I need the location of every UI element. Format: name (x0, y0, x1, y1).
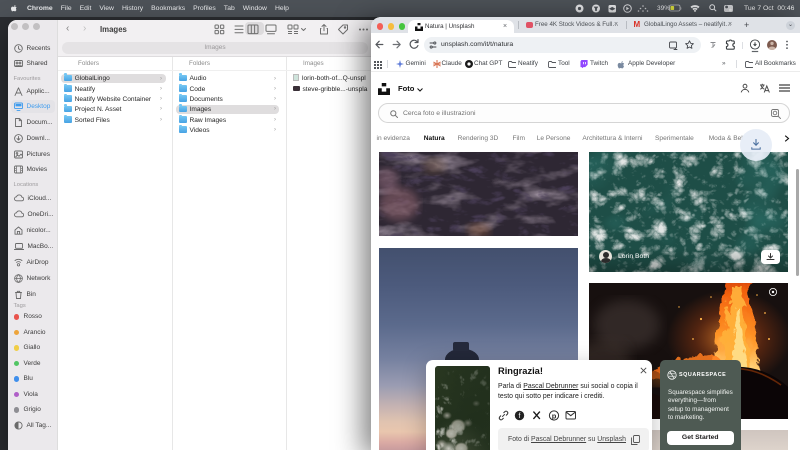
svg-text:f: f (519, 413, 521, 420)
svg-text:p: p (552, 411, 557, 420)
